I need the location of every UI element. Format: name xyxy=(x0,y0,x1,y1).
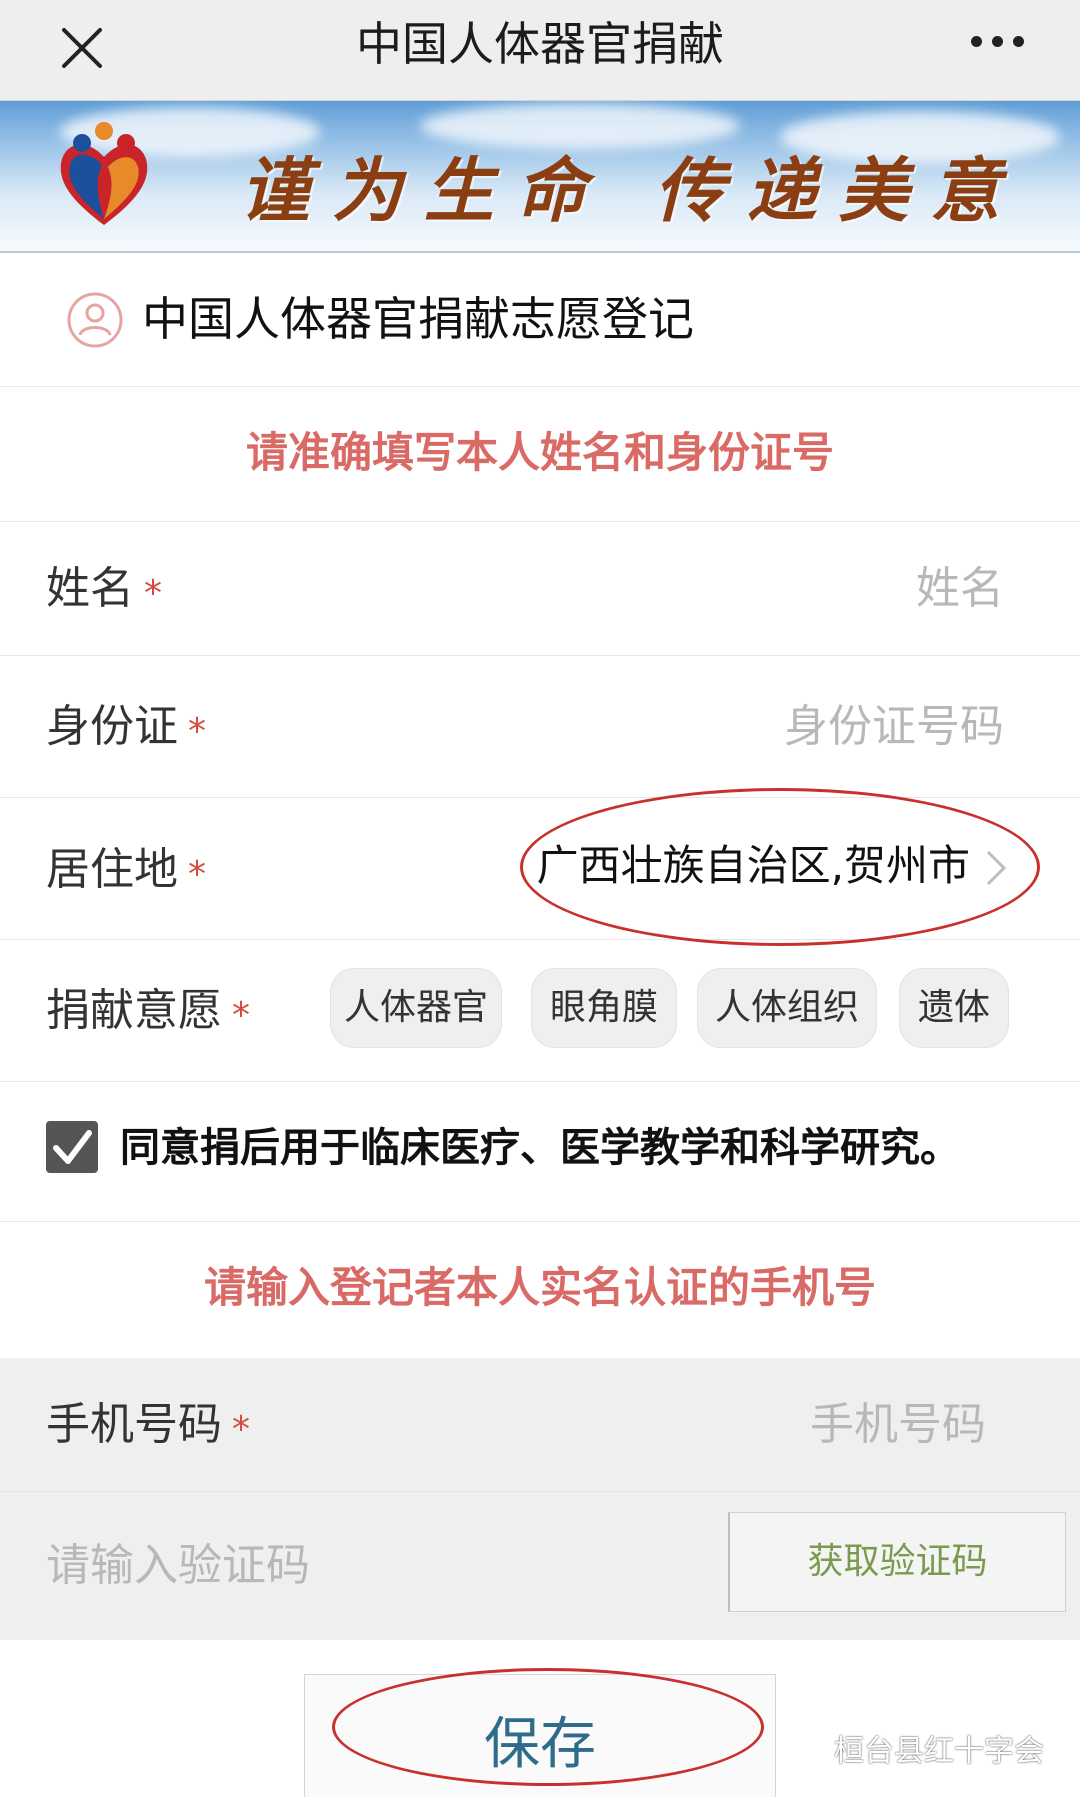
phone-notice: 请输入登记者本人实名认证的手机号 xyxy=(203,1263,876,1312)
more-dot-icon xyxy=(991,35,1003,47)
agreement-row: 同意捐后用于临床医疗、医学教学和科学研究。 xyxy=(0,1082,1080,1222)
phone-label-text: 手机号码 xyxy=(46,1399,222,1450)
intent-option-tissue[interactable]: 人体组织 xyxy=(697,968,877,1048)
required-mark: * xyxy=(232,995,250,1036)
required-mark: * xyxy=(188,711,206,752)
banner-slogan: 谨为生命 传递美意 xyxy=(240,149,1023,232)
section-title: 中国人体器官捐献志愿登记 xyxy=(142,292,694,346)
intent-option-body[interactable]: 遗体 xyxy=(899,968,1009,1048)
id-card-input[interactable] xyxy=(444,697,1004,757)
id-card-row: 身份证 * xyxy=(0,656,1080,798)
chevron-right-icon[interactable] xyxy=(980,848,1010,888)
page-title: 中国人体器官捐献 xyxy=(356,17,724,71)
required-mark: * xyxy=(232,1409,250,1450)
donation-intent-label-text: 捐献意愿 xyxy=(46,985,222,1036)
residence-value[interactable]: 广西壮族自治区,贺州市 xyxy=(537,836,970,896)
organ-donation-logo-icon xyxy=(60,122,148,225)
id-card-label: 身份证 * xyxy=(46,697,206,760)
phone-label: 手机号码 * xyxy=(46,1395,250,1458)
top-nav-bar: 中国人体器官捐献 xyxy=(0,0,1080,101)
more-dot-icon xyxy=(970,35,982,47)
identity-notice: 请准确填写本人姓名和身份证号 xyxy=(245,428,834,477)
phone-row: 手机号码 * xyxy=(0,1358,1080,1492)
residence-row[interactable]: 居住地 * 广西壮族自治区,贺州市 xyxy=(0,788,1080,946)
name-input[interactable] xyxy=(444,559,1004,619)
name-row: 姓名 * xyxy=(0,522,1080,656)
intent-option-cornea[interactable]: 眼角膜 xyxy=(531,968,677,1048)
get-code-button[interactable]: 获取验证码 xyxy=(728,1512,1066,1612)
required-mark: * xyxy=(144,573,162,614)
name-label-text: 姓名 xyxy=(46,563,134,614)
watermark: 桓台县红十字会 xyxy=(786,1726,1044,1770)
check-icon xyxy=(53,1130,92,1164)
name-label: 姓名 * xyxy=(46,559,162,622)
more-menu-button[interactable] xyxy=(962,26,1032,56)
save-button[interactable]: 保存 xyxy=(304,1674,776,1797)
section-header: 中国人体器官捐献志愿登记 xyxy=(0,253,1080,387)
agree-checkbox[interactable] xyxy=(46,1121,98,1173)
verify-code-input[interactable] xyxy=(46,1536,646,1596)
user-icon xyxy=(67,292,123,348)
donation-intent-label: 捐献意愿 * xyxy=(46,981,250,1044)
donation-intent-row: 捐献意愿 * 人体器官 眼角膜 人体组织 遗体 xyxy=(0,940,1080,1082)
phone-input[interactable] xyxy=(426,1395,986,1455)
residence-label-text: 居住地 xyxy=(46,844,178,895)
intent-option-organ[interactable]: 人体器官 xyxy=(330,968,502,1048)
id-card-label-text: 身份证 xyxy=(46,701,178,752)
required-mark: * xyxy=(188,854,206,895)
more-dot-icon xyxy=(1012,35,1024,47)
wechat-icon xyxy=(786,1733,826,1762)
residence-label: 居住地 * xyxy=(46,840,206,903)
banner: 谨为生命 传递美意 xyxy=(0,101,1080,253)
agree-text: 同意捐后用于临床医疗、医学教学和科学研究。 xyxy=(120,1125,960,1171)
watermark-text: 桓台县红十字会 xyxy=(834,1734,1044,1769)
